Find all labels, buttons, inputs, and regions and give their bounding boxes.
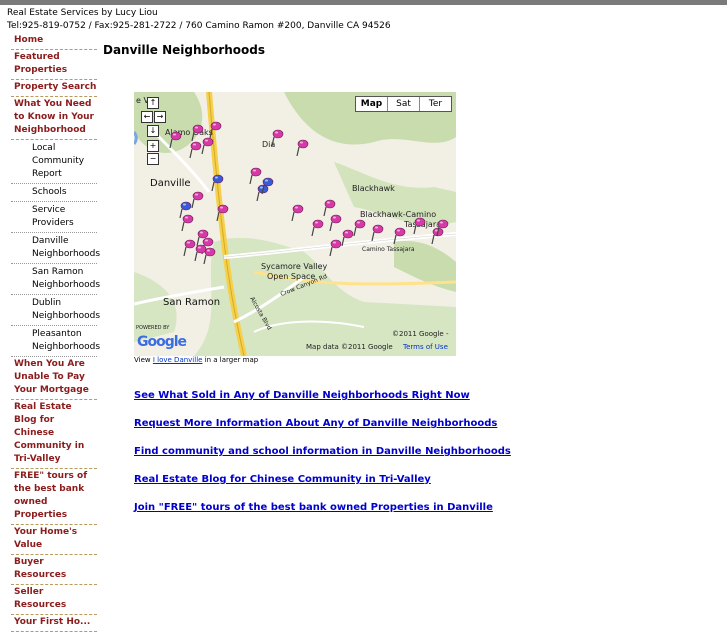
nav-home[interactable]: Home [11, 33, 97, 50]
link-real-estate-blog[interactable]: Real Estate Blog for Chinese Community i… [134, 472, 511, 487]
nav-sub-schools[interactable]: Schools [11, 184, 97, 202]
nav-unable-to-pay[interactable]: When You Are Unable To Pay Your Mortgage [11, 357, 97, 400]
link-free-tours[interactable]: Join "FREE" tours of the best bank owned… [134, 500, 511, 515]
nav-buyer-resources[interactable]: Buyer Resources [11, 555, 97, 585]
nav-home-value[interactable]: Your Home's Value [11, 525, 97, 555]
nav-sub-service-providers[interactable]: Service Providers [11, 202, 97, 233]
header-contact: Tel:925-819-0752 / Fax:925-281-2722 / 76… [7, 21, 391, 31]
link-list: See What Sold in Any of Danville Neighbo… [134, 388, 511, 528]
map-caption-suffix: in a larger map [204, 356, 259, 364]
map-pin-icon[interactable] [435, 218, 449, 236]
google-logo: Google [137, 334, 187, 350]
nav-sub-pleasanton-neighborhoods[interactable]: Pleasanton Neighborhoods [11, 326, 100, 357]
map-caption-prefix: View [134, 356, 151, 364]
nav-sub-san-ramon-neighborhoods[interactable]: San Ramon Neighborhoods [11, 264, 100, 295]
map-data-credit: Map data ©2011 Google [306, 343, 393, 351]
map-pin-icon[interactable] [168, 130, 182, 148]
nav-real-estate-blog[interactable]: Real Estate Blog for Chinese Community i… [11, 400, 97, 469]
map-copyright: ©2011 Google - [392, 330, 449, 338]
nav-need-to-know[interactable]: What You Need to Know in Your Neighborho… [11, 97, 97, 140]
link-request-info[interactable]: Request More Information About Any of Da… [134, 416, 511, 431]
map-pin-icon[interactable] [392, 226, 406, 244]
map-pin-icon[interactable] [215, 203, 229, 221]
site-header: Real Estate Services by Lucy Liou Tel:92… [7, 7, 391, 33]
map-type-ter[interactable]: Ter [419, 97, 451, 111]
map-type-map[interactable]: Map [356, 97, 387, 111]
map-type-sat[interactable]: Sat [387, 97, 419, 111]
map-caption: View I love Danville in a larger map [134, 356, 258, 364]
map-pin-icon[interactable] [210, 173, 224, 191]
nav-free-tours[interactable]: FREE" tours of the best bank owned Prope… [11, 469, 97, 525]
map-pin-icon[interactable] [270, 128, 284, 146]
pan-right-icon[interactable]: → [154, 111, 166, 123]
page-title: Danville Neighborhoods [103, 43, 266, 57]
embedded-map[interactable]: e Va Alamo Oaks Dia Danville Blackhawk B… [134, 92, 456, 356]
map-pin-icon[interactable] [412, 216, 426, 234]
nav-sub-local-community-report[interactable]: Local Community Report [11, 140, 97, 184]
map-label-san-ramon: San Ramon [163, 297, 221, 308]
map-pin-icon[interactable] [310, 218, 324, 236]
map-pin-icon[interactable] [370, 223, 384, 241]
header-title: Real Estate Services by Lucy Liou [7, 8, 158, 18]
map-label-blackhawk: Blackhawk [352, 184, 395, 193]
map-powered-by: POWERED BY [136, 325, 170, 331]
larger-map-link[interactable]: I love Danville [153, 356, 203, 364]
map-type-toggle: Map Sat Ter [355, 96, 452, 112]
map-pin-icon[interactable] [352, 218, 366, 236]
zoom-out-icon[interactable]: − [147, 153, 159, 165]
nav-sub-danville-neighborhoods[interactable]: Danville Neighborhoods [11, 233, 100, 264]
map-pin-icon[interactable] [200, 136, 214, 154]
map-pin-icon[interactable] [290, 203, 304, 221]
pan-down-icon[interactable]: ↓ [147, 125, 159, 137]
map-pin-icon[interactable] [208, 120, 222, 138]
map-terms-link[interactable]: Terms of Use [403, 343, 448, 351]
sidebar-nav: Home Featured Properties Property Search… [11, 33, 100, 632]
top-bar [0, 0, 727, 5]
nav-property-search[interactable]: Property Search [11, 80, 97, 97]
pan-up-icon[interactable]: ↑ [147, 97, 159, 109]
nav-featured-properties[interactable]: Featured Properties [11, 50, 97, 80]
nav-first-home[interactable]: Your First Ho... [11, 615, 97, 632]
map-label-sycamore-valley: Sycamore Valley [261, 262, 328, 271]
map-label-camino-tassajara: Camino Tassajara [362, 246, 415, 253]
map-pin-icon[interactable] [328, 238, 342, 256]
nav-sub-dublin-neighborhoods[interactable]: Dublin Neighborhoods [11, 295, 100, 326]
map-pin-icon[interactable] [260, 176, 274, 194]
map-pin-icon[interactable] [180, 213, 194, 231]
link-see-what-sold[interactable]: See What Sold in Any of Danville Neighbo… [134, 388, 511, 403]
map-pin-icon[interactable] [202, 246, 216, 264]
map-pin-icon[interactable] [295, 138, 309, 156]
map-pin-icon[interactable] [188, 140, 202, 158]
zoom-in-icon[interactable]: + [147, 140, 159, 152]
map-pin-icon[interactable] [190, 190, 204, 208]
pan-left-icon[interactable]: ← [141, 111, 153, 123]
map-label-danville: Danville [150, 178, 191, 189]
link-community-school-info[interactable]: Find community and school information in… [134, 444, 511, 459]
nav-seller-resources[interactable]: Seller Resources [11, 585, 97, 615]
